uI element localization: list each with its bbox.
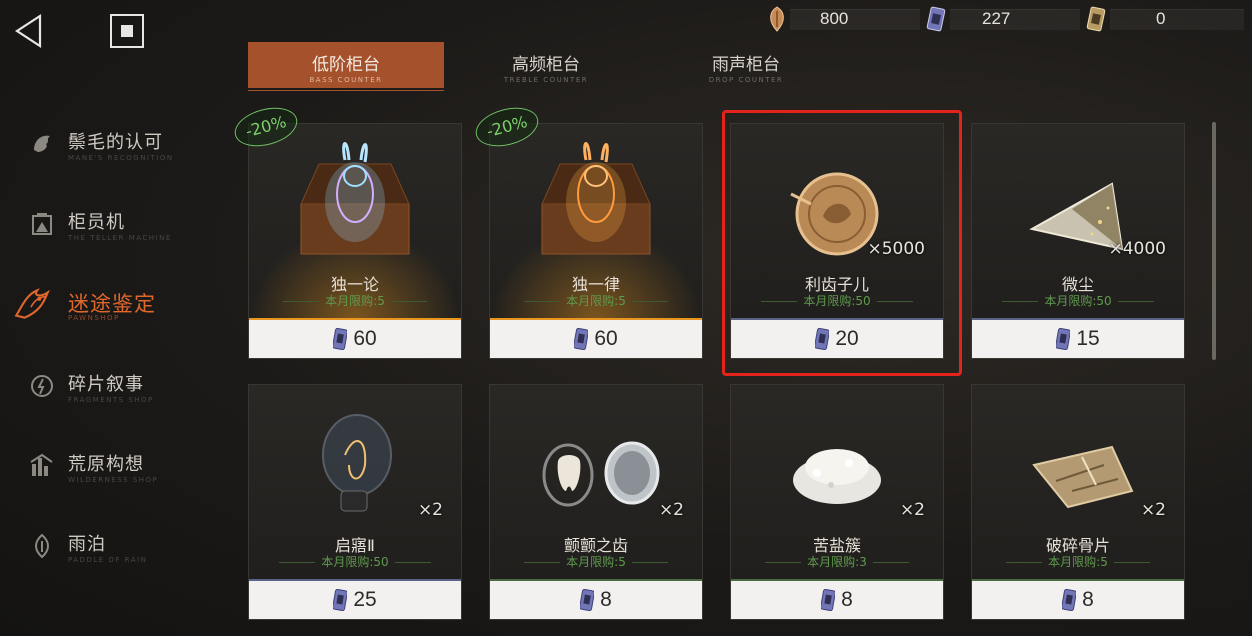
item-price-bar: 15 — [972, 320, 1184, 358]
item-quantity: ×2 — [1140, 500, 1166, 520]
sidebar-item-sublabel: MANE'S RECOGNITION — [68, 154, 174, 162]
gold-ticket-icon — [1086, 6, 1106, 32]
pick-icon — [770, 6, 784, 32]
sidebar-item-rain[interactable]: 雨泊 PADDLE OF RAIN — [22, 524, 222, 574]
item-purchase-limit: 本月限购:5 — [490, 292, 702, 309]
wilderness-icon — [30, 453, 53, 476]
ticket-icon — [574, 328, 589, 350]
tab-label: 高频柜台 — [512, 55, 580, 75]
ticket-icon — [580, 589, 595, 611]
tab-bass-counter[interactable]: 低阶柜台 BASS COUNTER — [248, 42, 444, 88]
sidebar-item-pawnshop[interactable]: 迷途鉴定 PAWNSHOP — [14, 282, 222, 332]
sidebar-item-label: 柜员机 — [68, 212, 125, 233]
shop-item-card[interactable]: ×2 苦盐簇 本月限购:3 8 — [730, 384, 944, 620]
tab-label: 雨声柜台 — [712, 55, 780, 75]
item-quantity: ×2 — [658, 500, 684, 520]
shop-item-card[interactable]: ×2 破碎骨片 本月限购:5 8 — [971, 384, 1185, 620]
tab-sublabel: BASS COUNTER — [309, 76, 383, 84]
currency-ticket-value: 227 — [982, 9, 1011, 28]
pawnshop-icon — [14, 288, 50, 319]
currency-pick-value: 800 — [820, 9, 849, 28]
tab-drop-counter[interactable]: 雨声柜台 DROP COUNTER — [648, 42, 844, 88]
rain-icon — [35, 533, 49, 559]
item-art-rabbit-chest-blue — [300, 142, 410, 255]
item-price: 8 — [1082, 588, 1094, 611]
item-price: 15 — [1076, 327, 1100, 350]
item-quantity: ×2 — [899, 500, 925, 520]
currency-pick: 800 — [766, 6, 848, 32]
item-purchase-limit: 本月限购:50 — [972, 292, 1184, 309]
sidebar-item-label: 碎片叙事 — [68, 374, 144, 395]
currency-gold-ticket: 0 — [1086, 6, 1165, 32]
ticket-icon — [333, 328, 348, 350]
shop-item-card[interactable]: 独一论 本月限购:5 60 — [248, 123, 462, 359]
item-price: 8 — [841, 588, 853, 611]
item-purchase-limit: 本月限购:50 — [249, 553, 461, 570]
ticket-icon — [333, 589, 348, 611]
item-price: 60 — [594, 327, 618, 350]
shop-item-card[interactable]: 独一律 本月限购:5 60 — [489, 123, 703, 359]
fragments-icon — [31, 375, 53, 397]
item-price: 25 — [353, 588, 377, 611]
sidebar-item-mane[interactable]: 鬃毛的认可 MANE'S RECOGNITION — [22, 122, 222, 172]
item-purchase-limit: 本月限购:5 — [490, 553, 702, 570]
item-price: 60 — [353, 327, 377, 350]
item-price-bar: 60 — [249, 320, 461, 358]
currency-bar: 800 227 0 — [760, 6, 1244, 32]
ticket-icon — [1056, 328, 1071, 350]
item-price-bar: 25 — [249, 581, 461, 619]
item-price-bar: 8 — [731, 581, 943, 619]
back-triangle-icon — [14, 13, 42, 49]
sidebar-item-sublabel: WILDERNESS SHOP — [68, 476, 159, 484]
currency-gold-ticket-value: 0 — [1156, 9, 1166, 28]
currency-ticket: 227 — [926, 6, 1010, 32]
ticket-icon — [1062, 589, 1077, 611]
shop-item-card[interactable]: ×4000 微尘 本月限购:50 15 — [971, 123, 1185, 359]
sidebar-item-sublabel: PADDLE OF RAIN — [68, 556, 148, 564]
stop-button[interactable] — [110, 14, 144, 48]
item-purchase-limit: 本月限购:5 — [972, 553, 1184, 570]
sidebar-item-sublabel: FRAGMENTS SHOP — [68, 396, 154, 404]
scrollbar[interactable] — [1212, 122, 1216, 360]
selection-highlight — [722, 110, 962, 376]
sidebar-item-sublabel: THE TELLER MACHINE — [68, 234, 172, 242]
item-quantity: ×2 — [417, 500, 443, 520]
item-purchase-limit: 本月限购:3 — [731, 553, 943, 570]
item-purchase-limit: 本月限购:5 — [249, 292, 461, 309]
sidebar-item-label: 鬃毛的认可 — [68, 132, 163, 153]
tab-sublabel: DROP COUNTER — [708, 76, 784, 84]
back-button[interactable] — [14, 13, 44, 49]
item-price-bar: 60 — [490, 320, 702, 358]
sidebar-item-teller[interactable]: 柜员机 THE TELLER MACHINE — [22, 202, 222, 252]
ticket-icon — [926, 6, 946, 32]
sidebar-item-fragments[interactable]: 碎片叙事 FRAGMENTS SHOP — [22, 364, 222, 414]
tab-treble-counter[interactable]: 高频柜台 TREBLE COUNTER — [448, 42, 644, 88]
ticket-icon — [821, 589, 836, 611]
item-art-rabbit-chest-gold — [541, 142, 651, 255]
item-price: 8 — [600, 588, 612, 611]
item-quantity: ×4000 — [1108, 239, 1166, 259]
sidebar-item-sublabel: PAWNSHOP — [68, 314, 120, 322]
teller-machine-icon — [32, 213, 52, 235]
shop-item-card[interactable]: ×2 颤颤之齿 本月限购:5 8 — [489, 384, 703, 620]
sidebar-item-label: 荒原构想 — [68, 454, 144, 475]
shop-item-card[interactable]: ×2 启寤Ⅱ 本月限购:50 25 — [248, 384, 462, 620]
tab-sublabel: TREBLE COUNTER — [503, 76, 589, 84]
sidebar-item-label: 雨泊 — [68, 534, 106, 555]
item-price-bar: 8 — [972, 581, 1184, 619]
tab-underline — [248, 90, 444, 91]
tab-label: 低阶柜台 — [312, 55, 380, 75]
item-price-bar: 8 — [490, 581, 702, 619]
mane-icon — [34, 135, 50, 152]
sidebar-item-wilderness[interactable]: 荒原构想 WILDERNESS SHOP — [22, 444, 222, 494]
